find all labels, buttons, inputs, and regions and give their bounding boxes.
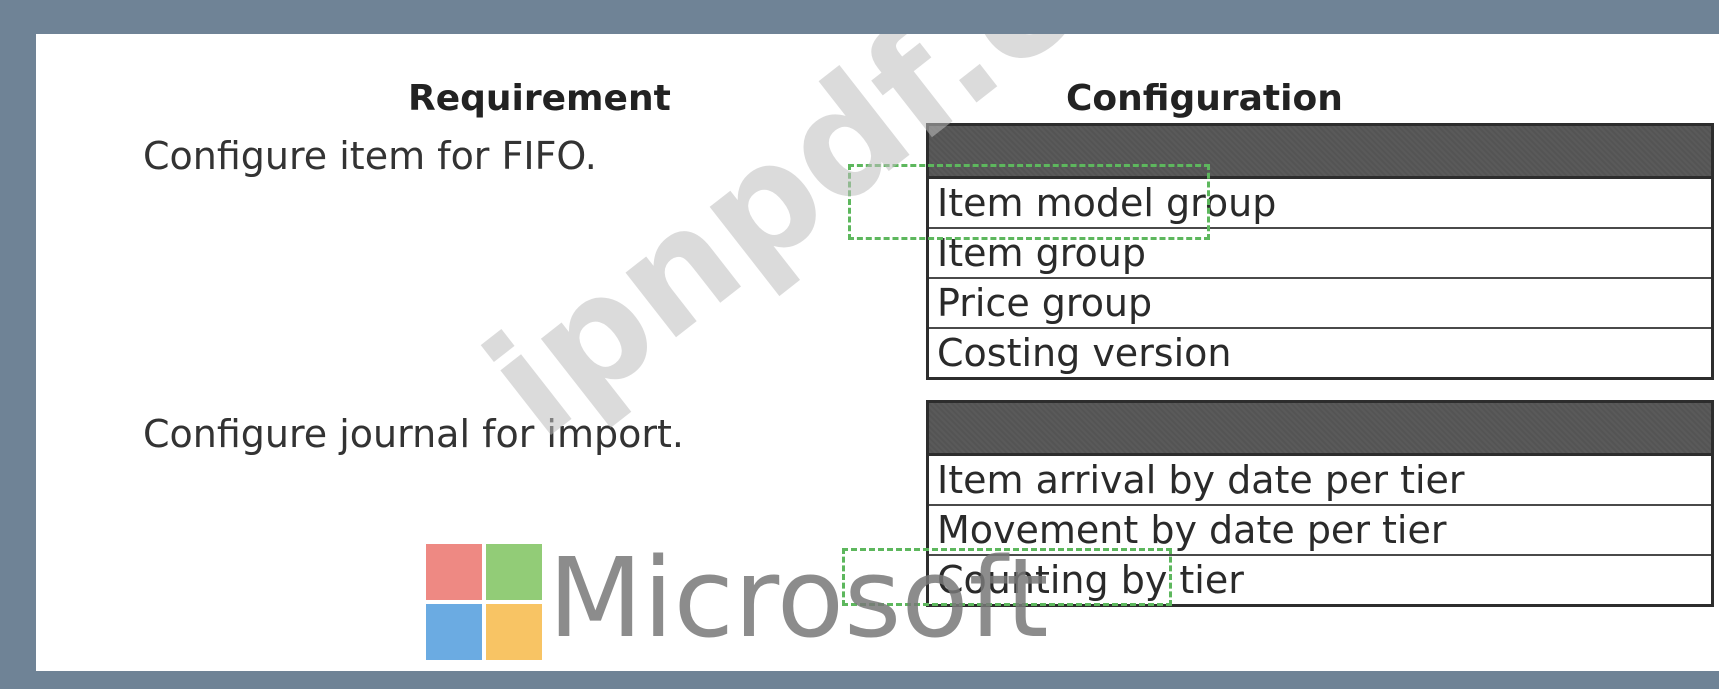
requirement-header: Requirement [408, 78, 671, 119]
option-item-arrival[interactable]: Item arrival by date per tier [929, 456, 1711, 506]
logo-square-blue [426, 604, 482, 660]
option-price-group[interactable]: Price group [929, 279, 1711, 329]
configuration-dropdown-fifo[interactable]: Item model group Item group Price group … [926, 123, 1714, 380]
dropdown-header[interactable] [929, 126, 1711, 179]
configuration-header: Configuration [1066, 78, 1343, 119]
requirement-fifo: Configure item for FIFO. [143, 134, 597, 178]
logo-square-red [426, 544, 482, 600]
option-item-group[interactable]: Item group [929, 229, 1711, 279]
question-panel: Requirement Configuration Configure item… [36, 34, 1719, 671]
microsoft-logo-text: Microsoft [548, 534, 1049, 662]
logo-square-green [486, 544, 542, 600]
requirement-journal: Configure journal for import. [143, 412, 684, 456]
dropdown-header[interactable] [929, 403, 1711, 456]
logo-square-yellow [486, 604, 542, 660]
option-costing-version[interactable]: Costing version [929, 329, 1711, 377]
option-item-model-group[interactable]: Item model group [929, 179, 1711, 229]
